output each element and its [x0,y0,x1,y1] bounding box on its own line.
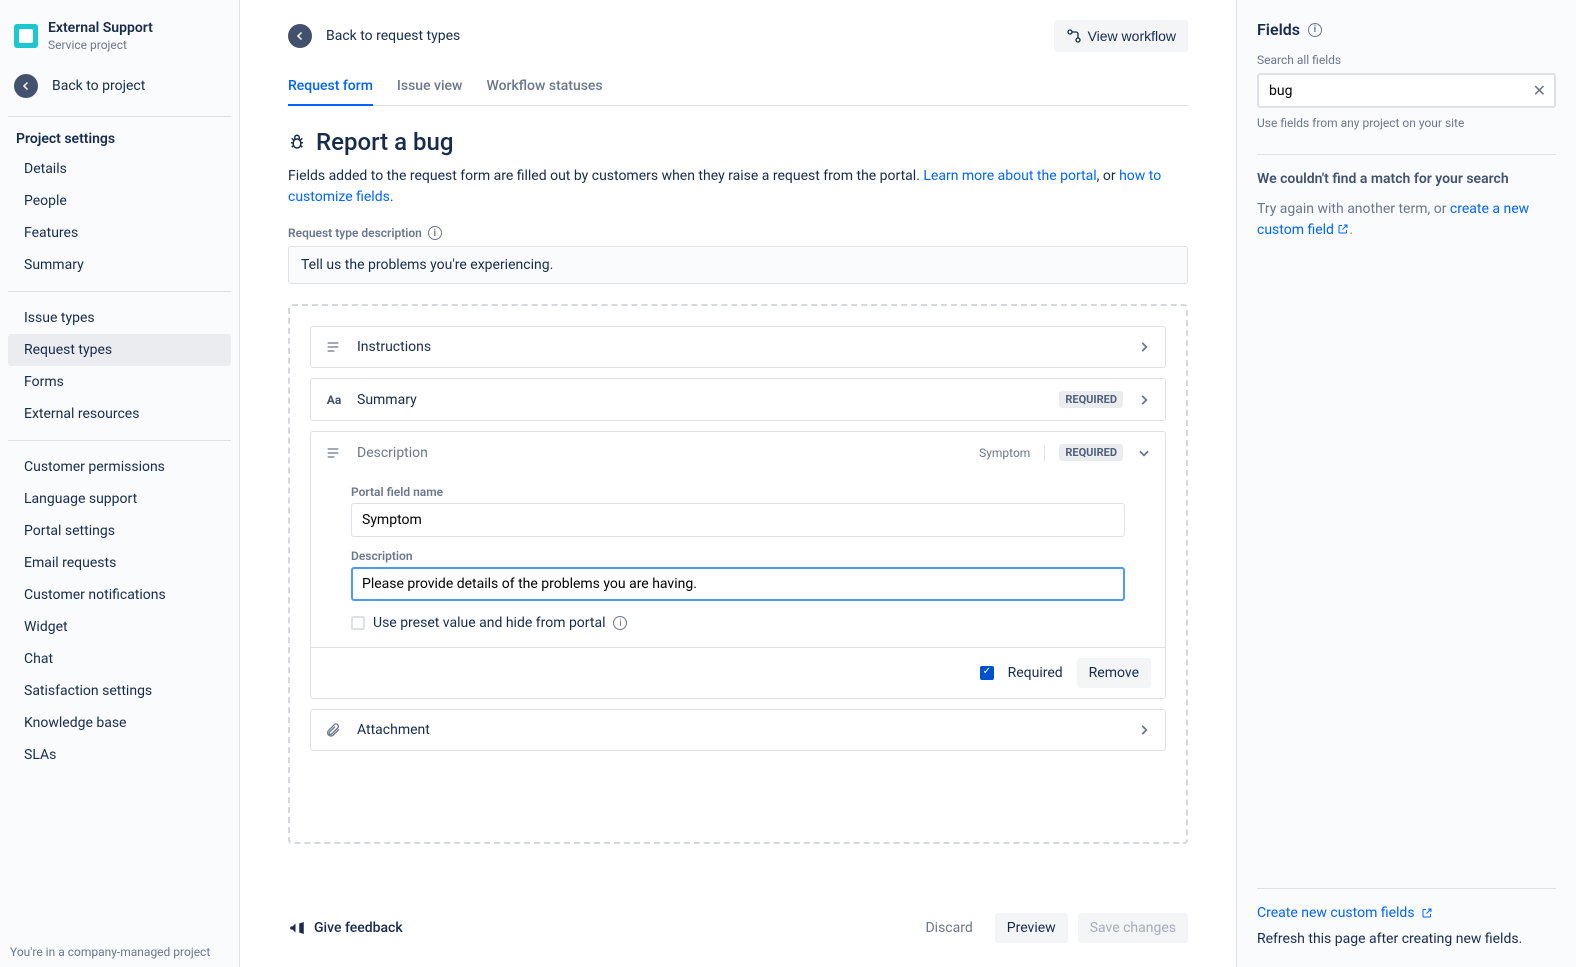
portal-field-name-label: Portal field name [351,485,1125,499]
nav-item-external-resources[interactable]: External resources [8,398,231,430]
preview-button[interactable]: Preview [995,913,1068,943]
back-label: Back to request types [326,28,460,44]
create-new-custom-fields-link[interactable]: Create new custom fields [1257,905,1433,921]
chevron-down-icon[interactable] [1137,446,1151,460]
fields-panel: Fields i Search all fields ✕ Use fields … [1236,0,1576,967]
back-to-project[interactable]: Back to project [0,64,239,112]
required-badge: REQUIRED [1059,444,1123,461]
nav-item-forms[interactable]: Forms [8,366,231,398]
field-description-header[interactable]: Description Symptom REQUIRED [311,432,1165,473]
field-label: Instructions [357,339,1123,355]
arrow-left-icon [288,24,312,48]
nav-item-widget[interactable]: Widget [8,611,231,643]
clear-search-icon[interactable]: ✕ [1533,81,1546,100]
nav-item-satisfaction-settings[interactable]: Satisfaction settings [8,675,231,707]
text-aa-icon: Aa [325,393,343,407]
tab-issue-view[interactable]: Issue view [397,72,463,105]
give-feedback[interactable]: Give feedback [288,919,403,937]
settings-heading: Project settings [0,121,239,153]
field-alias: Symptom [979,446,1030,460]
text-icon [325,339,343,355]
nav-item-email-requests[interactable]: Email requests [8,547,231,579]
field-description: Description Symptom REQUIRED Portal fiel… [310,431,1166,699]
project-type: Service project [48,38,153,52]
fields-title: Fields [1257,20,1300,39]
nav-item-portal-settings[interactable]: Portal settings [8,515,231,547]
portal-field-name-input[interactable] [351,503,1125,537]
description-label: Description [351,549,1125,563]
back-to-project-label: Back to project [52,78,145,94]
required-label: Required [1008,665,1063,681]
try-again-text: Try again with another term, or create a… [1257,199,1556,241]
nav-item-summary[interactable]: Summary [8,249,231,281]
refresh-hint: Refresh this page after creating new fie… [1257,931,1556,947]
external-link-icon [1337,223,1349,235]
back-to-request-types[interactable]: Back to request types [288,24,460,48]
field-instructions[interactable]: Instructions [310,326,1166,368]
arrow-left-icon [14,74,38,98]
project-avatar [14,24,38,48]
field-summary[interactable]: Aa Summary REQUIRED [310,378,1166,421]
preset-label: Use preset value and hide from portal [373,615,605,631]
no-results-message: We couldn't find a match for your search [1257,154,1556,187]
nav-item-details[interactable]: Details [8,153,231,185]
nav-item-language-support[interactable]: Language support [8,483,231,515]
preset-checkbox[interactable] [351,616,365,630]
project-settings-sidebar: External Support Service project Back to… [0,0,240,967]
info-icon[interactable]: i [428,226,442,240]
project-name: External Support [48,20,153,36]
search-label: Search all fields [1257,53,1556,67]
nav-item-chat[interactable]: Chat [8,643,231,675]
field-attachment[interactable]: Attachment [310,709,1166,751]
required-badge: REQUIRED [1059,391,1123,408]
external-link-icon [1421,907,1433,919]
request-type-desc-input[interactable]: Tell us the problems you're experiencing… [288,246,1188,284]
nav-item-slas[interactable]: SLAs [8,739,231,771]
bug-icon [288,133,306,151]
form-builder: Instructions Aa Summary REQUIRED [288,304,1188,844]
sidebar-footer: You're in a company-managed project [0,945,239,959]
chevron-right-icon[interactable] [1137,723,1151,737]
nav-item-features[interactable]: Features [8,217,231,249]
field-label: Summary [357,392,1045,408]
nav-item-customer-notifications[interactable]: Customer notifications [8,579,231,611]
discard-button[interactable]: Discard [913,913,984,943]
paragraph-icon [325,445,343,461]
tab-workflow-statuses[interactable]: Workflow statuses [486,72,602,105]
remove-button[interactable]: Remove [1077,658,1151,688]
workflow-icon [1066,28,1082,44]
request-type-desc-label: Request type description i [288,226,1188,240]
field-label: Description [357,445,965,461]
megaphone-icon [288,919,306,937]
info-icon[interactable]: i [613,616,627,630]
nav-item-knowledge-base[interactable]: Knowledge base [8,707,231,739]
tab-request-form[interactable]: Request form [288,72,373,106]
nav-item-customer-permissions[interactable]: Customer permissions [8,451,231,483]
info-icon[interactable]: i [1308,23,1322,37]
chevron-right-icon[interactable] [1137,340,1151,354]
description-input[interactable] [351,567,1125,601]
field-label: Attachment [357,722,1123,738]
nav-item-issue-types[interactable]: Issue types [8,302,231,334]
required-checkbox[interactable] [980,666,994,680]
project-header: External Support Service project [0,0,239,64]
nav-item-request-types[interactable]: Request types [8,334,231,366]
search-fields-input-wrapper: ✕ [1257,73,1556,108]
description-text: Fields added to the request form are fil… [288,166,1188,208]
search-fields-input[interactable] [1267,82,1533,100]
learn-more-portal-link[interactable]: Learn more about the portal [923,168,1096,184]
main-content: Back to request types View workflow Requ… [240,0,1236,967]
view-workflow-button[interactable]: View workflow [1054,20,1188,52]
tabs: Request form Issue view Workflow statuses [288,72,1188,106]
chevron-right-icon[interactable] [1137,393,1151,407]
nav-item-people[interactable]: People [8,185,231,217]
attachment-icon [325,722,343,738]
save-button: Save changes [1078,913,1188,943]
search-hint: Use fields from any project on your site [1257,116,1556,130]
page-title: Report a bug [316,128,453,156]
